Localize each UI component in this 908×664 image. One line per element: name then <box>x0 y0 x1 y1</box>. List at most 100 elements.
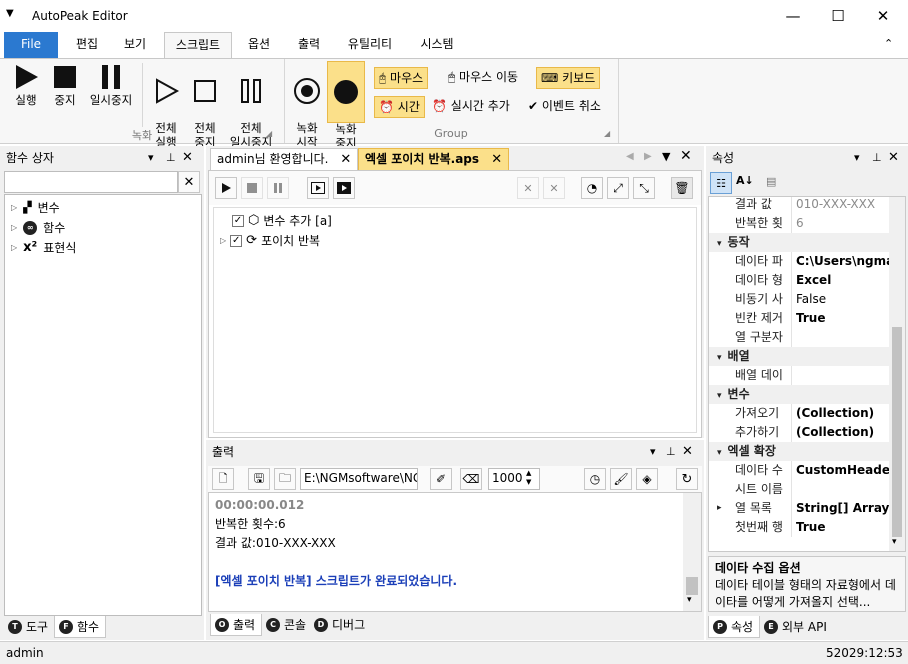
play-button[interactable] <box>215 177 237 199</box>
property-value[interactable]: True <box>791 518 889 537</box>
tab-properties[interactable]: P 속성 <box>708 616 761 638</box>
property-value[interactable]: True <box>791 309 889 328</box>
pause-button[interactable]: 일시중지 <box>84 63 138 107</box>
remove-button[interactable]: ✕ <box>517 177 539 199</box>
property-value[interactable]: CustomHeaderR <box>791 461 889 480</box>
maximize-button[interactable]: ☐ <box>815 0 861 32</box>
property-value[interactable] <box>791 328 889 347</box>
scroll-down-icon[interactable]: ▾ <box>892 537 897 547</box>
property-value[interactable]: String[] Array <box>791 499 889 518</box>
tab-external-api[interactable]: E 외부 API <box>760 616 833 638</box>
scroll-left-icon[interactable]: ◀ <box>626 151 634 162</box>
scroll-right-icon[interactable]: ▶ <box>644 151 652 162</box>
checkbox-checked[interactable]: ✓ <box>230 234 243 247</box>
property-row[interactable]: 시트 이름 <box>709 480 889 499</box>
stop-button[interactable]: 중지 <box>46 63 84 107</box>
brush-button[interactable]: 🖌 <box>610 468 632 490</box>
collapse-arrow-icon[interactable]: ▾ <box>717 353 722 363</box>
log-scrollbar[interactable]: ▾ <box>683 493 701 611</box>
tree-item-variables[interactable]: ▷ ▞ 변수 <box>11 199 60 216</box>
tab-close-icon[interactable]: ✕ <box>340 152 351 167</box>
collapse-ribbon-icon[interactable]: ⌃ <box>884 37 893 50</box>
tab-view[interactable]: 보기 <box>112 32 158 58</box>
pause-button-small[interactable] <box>267 177 289 199</box>
property-category[interactable]: ▾ 변수 <box>709 385 889 404</box>
dialog-launcher-icon[interactable]: ◢ <box>604 129 610 138</box>
time-toggle[interactable]: ⏰ 시간 <box>374 96 425 118</box>
tree-item-functions[interactable]: ▷ ∞ 함수 <box>11 219 65 236</box>
new-log-button[interactable]: 🗋 <box>212 468 234 490</box>
save-log-button[interactable]: 🖫 <box>248 468 270 490</box>
clean-button[interactable]: ✐ <box>430 468 452 490</box>
property-value[interactable]: (Collection) <box>791 423 889 442</box>
property-scrollbar[interactable]: ▾ <box>889 197 905 551</box>
pin-icon[interactable]: ⊥ <box>166 146 176 170</box>
spin-arrows-icon[interactable]: ▲ ▼ <box>526 469 531 487</box>
categorized-button[interactable]: ☷ <box>710 172 732 194</box>
timestamp-button[interactable]: ◷ <box>584 468 606 490</box>
system-menu-icon[interactable]: ▼ <box>6 8 14 19</box>
panel-close-icon[interactable]: ✕ <box>682 440 693 464</box>
pin-icon[interactable]: ⊥ <box>872 146 882 170</box>
tab-console[interactable]: C 콘솔 <box>262 614 312 636</box>
expand-arrow-icon[interactable]: ▷ <box>11 243 17 252</box>
tab-functions[interactable]: F 함수 <box>54 616 107 638</box>
script-node-foreach[interactable]: ▷ ✓ ⟳ 포이치 반복 <box>220 232 320 249</box>
property-row[interactable]: 데이타 형 Excel <box>709 271 889 290</box>
property-value[interactable]: (Collection) <box>791 404 889 423</box>
scrollbar-thumb[interactable] <box>686 577 698 595</box>
mouse-toggle[interactable]: 🖰 마우스 <box>374 67 429 89</box>
expand-arrow-icon[interactable]: ▷ <box>11 223 17 232</box>
panel-close-icon[interactable]: ✕ <box>182 146 193 170</box>
property-row[interactable]: 빈칸 제거 True <box>709 309 889 328</box>
expand-arrow-icon[interactable]: ▷ <box>220 236 226 245</box>
property-category[interactable]: ▾ 엑셀 확장 <box>709 442 889 461</box>
panel-menu-icon[interactable]: ▾ <box>148 146 154 170</box>
expand-arrow-icon[interactable]: ▷ <box>11 203 17 212</box>
property-row[interactable]: 첫번째 행 True <box>709 518 889 537</box>
property-row[interactable]: 배열 데이 <box>709 366 889 385</box>
doc-tab-script[interactable]: 엑셀 포이치 반복.aps ✕ <box>358 148 510 170</box>
tab-tools[interactable]: T 도구 <box>4 616 54 638</box>
doc-tab-welcome[interactable]: admin님 환영합니다. ✕ <box>210 148 359 170</box>
sort-alpha-icon[interactable]: A↓ <box>736 174 754 187</box>
property-value[interactable]: 6 <box>791 214 889 233</box>
run-button[interactable]: 실행 <box>6 63 46 107</box>
checkbox-checked[interactable]: ✓ <box>232 214 244 227</box>
function-search-input[interactable] <box>4 171 178 193</box>
property-category[interactable]: ▾ 배열 <box>709 347 889 366</box>
close-button[interactable]: ✕ <box>860 0 906 32</box>
mouse-move-toggle[interactable]: 🖱 마우스 이동 <box>444 67 522 87</box>
property-row[interactable]: 반복한 횟 6 <box>709 214 889 233</box>
tab-debug[interactable]: D 디버그 <box>310 614 371 636</box>
pin-icon[interactable]: ⊥ <box>666 440 676 464</box>
log-path-input[interactable]: E:\NGMsoftware\NG <box>300 468 418 490</box>
property-row[interactable]: 데이타 파 C:\Users\ngma <box>709 252 889 271</box>
property-value[interactable]: False <box>791 290 889 309</box>
erase-button[interactable]: ⌫ <box>460 468 482 490</box>
tab-close-icon[interactable]: ✕ <box>491 152 502 167</box>
collapse-button[interactable]: ⤡ <box>633 177 655 199</box>
tab-script[interactable]: 스크립트 <box>164 32 232 58</box>
stop-button-small[interactable] <box>241 177 263 199</box>
property-row[interactable]: 가져오기 (Collection) <box>709 404 889 423</box>
script-node-add-variable[interactable]: ✓ ⬡ 변수 추가 [a] <box>232 212 332 229</box>
tab-output-panel[interactable]: O 출력 <box>210 614 263 636</box>
panel-menu-icon[interactable]: ▾ <box>854 146 860 170</box>
tab-output[interactable]: 출력 <box>286 32 332 58</box>
panel-menu-icon[interactable]: ▾ <box>650 440 656 464</box>
property-category[interactable]: ▾ 동작 <box>709 233 889 252</box>
remove-all-button[interactable]: ✕ <box>543 177 565 199</box>
scrollbar-thumb[interactable] <box>892 327 902 537</box>
tab-system[interactable]: 시스템 <box>410 32 464 58</box>
tab-list-icon[interactable]: ▼ <box>662 150 670 163</box>
panel-close-icon[interactable]: ✕ <box>888 146 899 170</box>
property-row[interactable]: 추가하기 (Collection) <box>709 423 889 442</box>
line-count-input[interactable]: 1000 <box>488 468 540 490</box>
expand-button[interactable]: ⤢ <box>607 177 629 199</box>
property-value[interactable]: Excel <box>791 271 889 290</box>
property-value[interactable]: 010-XXX-XXX <box>791 197 889 214</box>
collapse-arrow-icon[interactable]: ▾ <box>717 391 722 401</box>
property-row[interactable]: ▸ 열 목록 String[] Array <box>709 499 889 518</box>
tab-file[interactable]: File <box>4 32 58 58</box>
